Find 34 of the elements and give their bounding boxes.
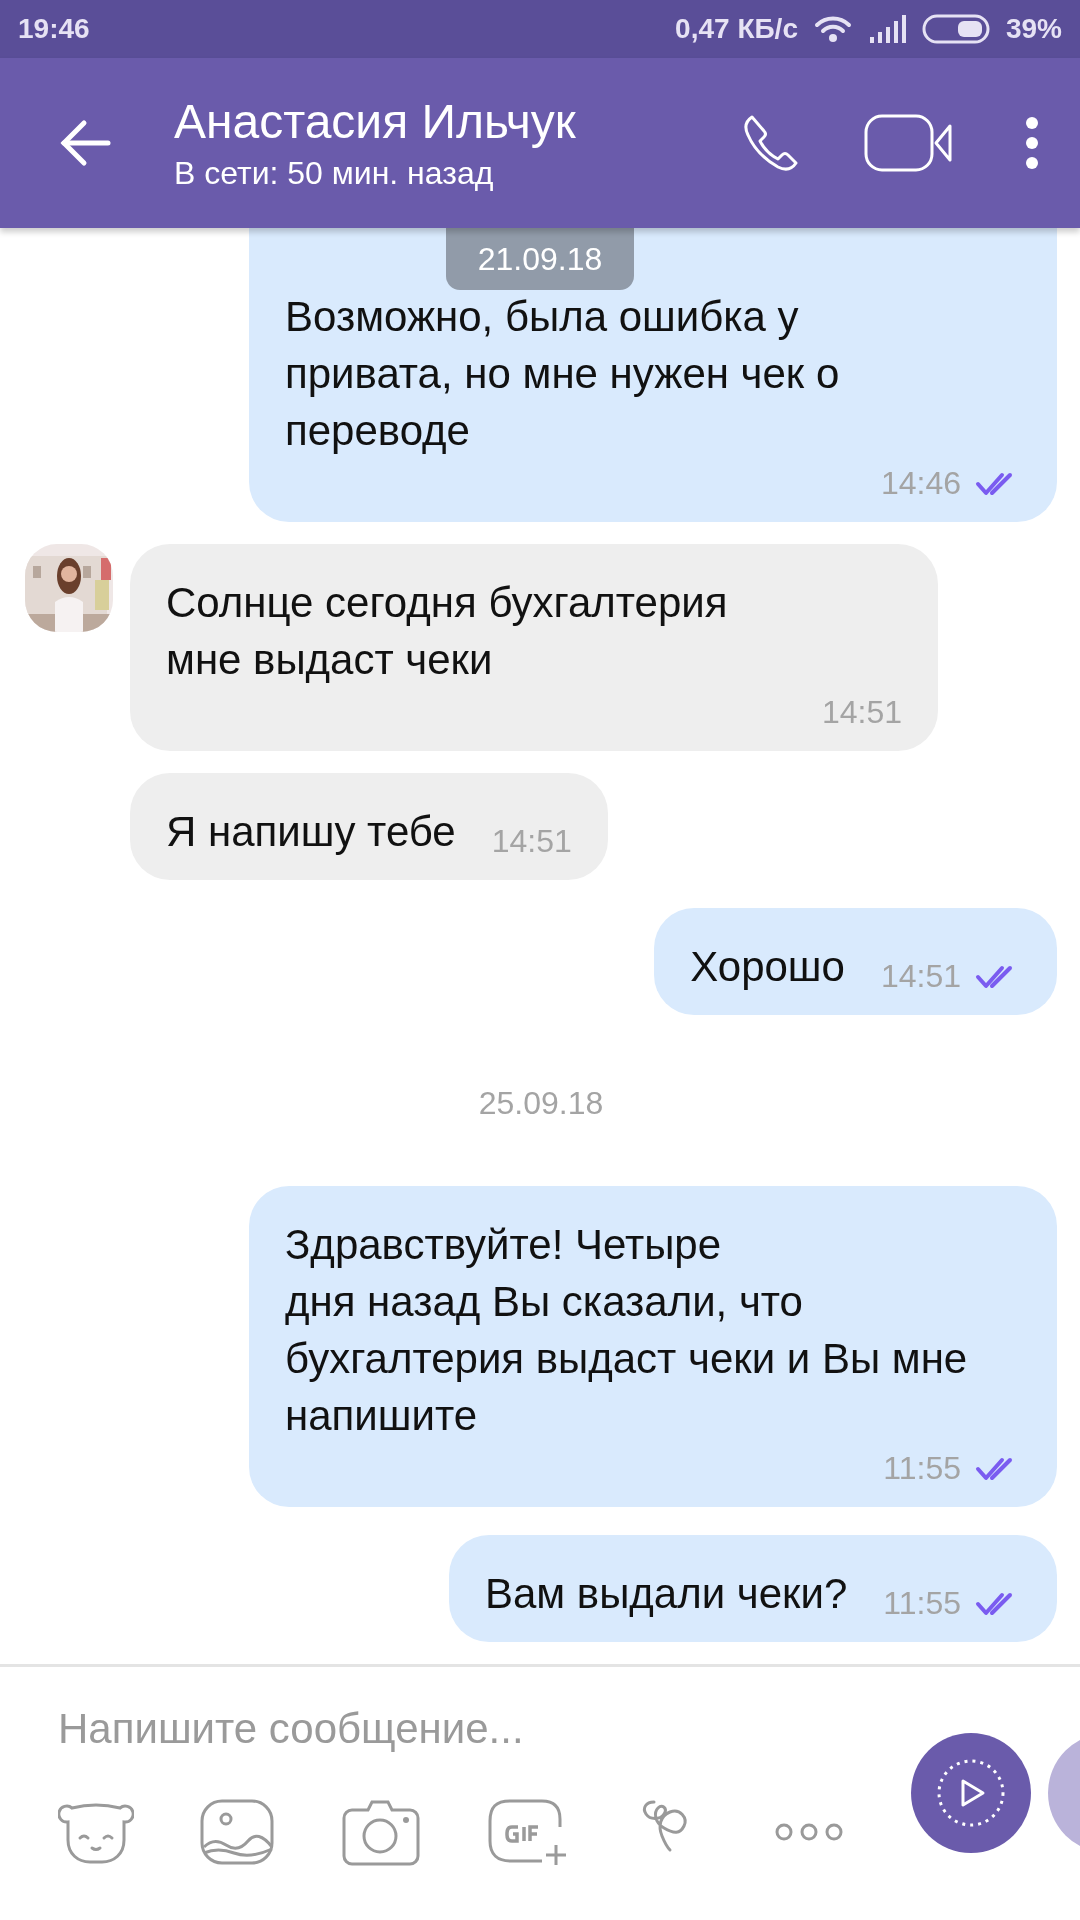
- sent-message-bubble[interactable]: Здравствуйте! Четыре дня назад Вы сказали, что бухгалтерия выдаст чеки и Вы мне напишите 11:55: [249, 1186, 1057, 1507]
- message-text: Я напишу тебе: [166, 807, 456, 857]
- date-label: 25.09.18: [478, 1085, 604, 1122]
- camera-button[interactable]: [342, 1798, 422, 1866]
- message-time: 14:51: [821, 694, 902, 731]
- last-seen-status: В сети: 50 мин. назад: [174, 155, 495, 192]
- message-text: Хорошо: [690, 942, 845, 992]
- message-time: 11:55: [883, 1585, 961, 1622]
- signal-icon: [867, 15, 906, 43]
- more-button[interactable]: [774, 1822, 844, 1842]
- network-speed: 0,47 КБ/с: [675, 13, 798, 45]
- message-text: Солнце сегодня бухгалтерия мне выдаст чеки: [166, 578, 729, 685]
- contact-name: Анастасия Ильчук: [174, 94, 577, 149]
- message-text: Возможно, была ошибка у привата, но мне нужен чек о переводе: [285, 292, 841, 456]
- date-overlay: 21.09.18: [446, 228, 634, 290]
- wifi-icon: [813, 15, 852, 43]
- status-time: 19:46: [18, 13, 90, 45]
- sent-message-bubble[interactable]: Вам выдали чеки? 11:55: [448, 1535, 1057, 1642]
- video-call-button[interactable]: [864, 114, 954, 172]
- message-time: 14:51: [880, 958, 961, 995]
- play-icon: [935, 1757, 1007, 1829]
- message-text: Вам выдали чеки?: [484, 1569, 848, 1619]
- message-input[interactable]: Напишите сообщение...: [58, 1705, 858, 1753]
- message-time: 14:51: [491, 823, 572, 860]
- message-time: 11:55: [883, 1450, 961, 1487]
- sent-message-bubble[interactable]: Хорошо 14:51: [654, 908, 1057, 1015]
- battery-percent: 39%: [1005, 13, 1062, 45]
- received-message-bubble[interactable]: Солнце сегодня бухгалтерия мне выдаст чеки 14:51: [130, 544, 938, 751]
- received-message-bubble[interactable]: Я напишу тебе 14:51: [130, 773, 608, 880]
- message-text: Здравствуйте! Четыре дня назад Вы сказали, что бухгалтерия выдаст чеки и Вы мне напишите: [285, 1220, 969, 1441]
- more-options-button[interactable]: [1024, 115, 1040, 171]
- gallery-button[interactable]: [200, 1799, 276, 1865]
- message-time: 14:46: [880, 465, 961, 502]
- battery-icon: [921, 14, 990, 44]
